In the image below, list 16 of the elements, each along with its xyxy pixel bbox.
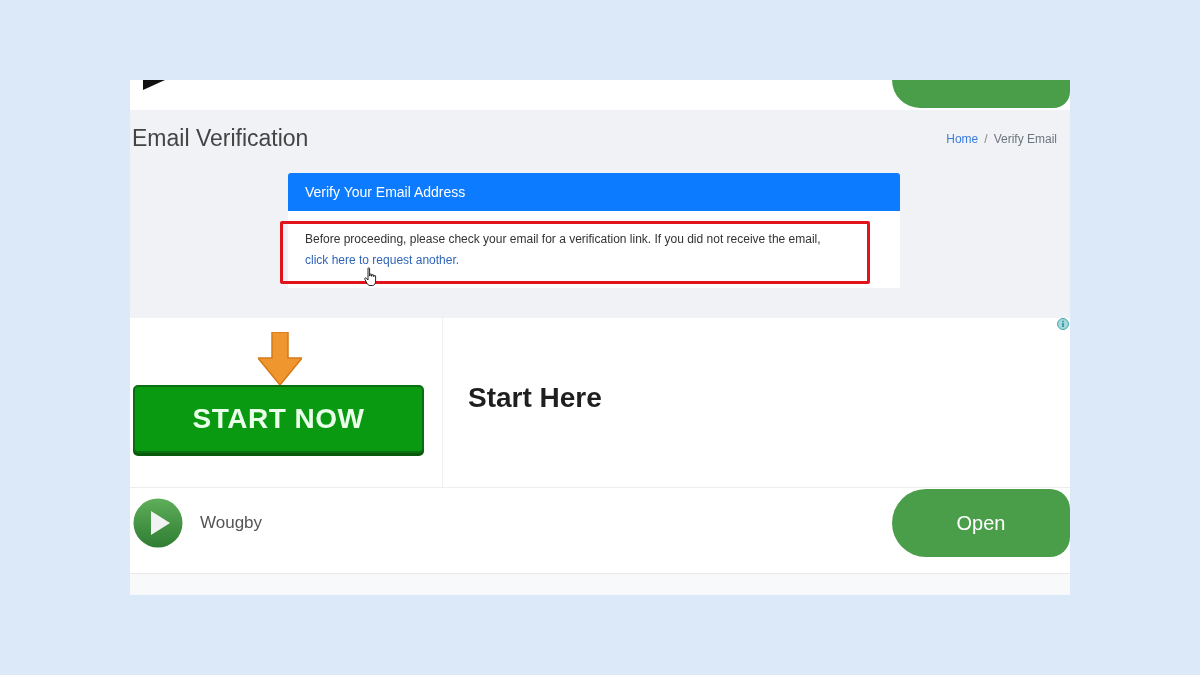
- down-arrow-icon: [258, 332, 302, 385]
- info-icon[interactable]: [1057, 318, 1069, 330]
- app-name: Wougby: [200, 513, 263, 533]
- ad-headline: Start Here: [468, 382, 602, 414]
- resend-link[interactable]: click here to request another.: [305, 253, 460, 267]
- open-button[interactable]: Open: [892, 489, 1070, 557]
- verification-message: Before proceeding, please check your email for a verification link. If you did not receive the email, click here to request another.: [305, 231, 822, 269]
- breadcrumb-current: Verify Email: [993, 131, 1057, 146]
- play-icon: [133, 498, 183, 548]
- breadcrumb-link[interactable]: Home: [946, 131, 979, 146]
- card-header: Verify Your Email Address: [288, 173, 900, 211]
- breadcrumb-separator: /: [984, 131, 988, 146]
- cropped-button[interactable]: [892, 80, 1070, 108]
- start-now-button[interactable]: START NOW: [133, 385, 424, 453]
- triangle-icon: [143, 80, 165, 90]
- page-title: Email Verification: [132, 125, 309, 152]
